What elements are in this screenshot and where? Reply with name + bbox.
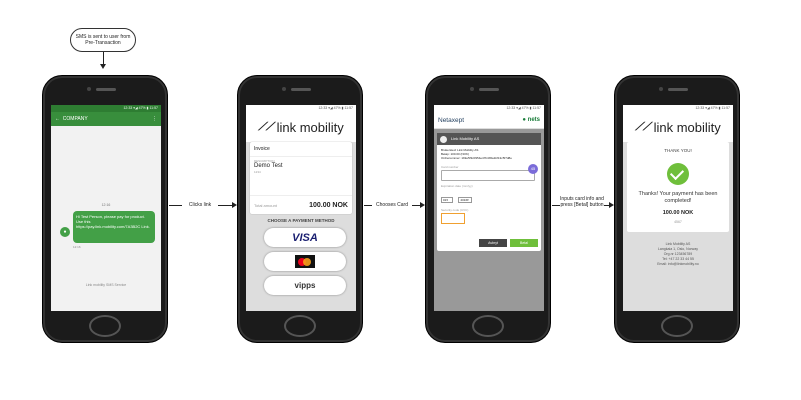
home-button[interactable] [661,315,693,337]
phone-sms: 12:33 ▾◢ 47% ▮ 11:57 ← COMPANY ⋮ 12:16 H… [42,75,168,343]
netaxept-header: Netaxept ● nets [434,112,544,129]
status-bar: 12:33 ▾◢ 47% ▮ 11:57 [695,106,730,110]
mastercard-button[interactable] [264,252,346,271]
phone-netaxept: 12:33 ▾◢ 47% ▮ 11:57 Netaxept ● nets Lin… [425,75,551,343]
expiry-year-value: 2016 [460,198,468,202]
status-bar: 12:33 ▾◢ 47% ▮ 11:57 [318,106,353,110]
merchant-title: Link Mobility AS [451,136,480,141]
thank-you-screen: 12:33 ▾◢ 47% ▮ 11:57 ⟋⟋ link mobility TH… [623,105,733,311]
expiry-month-value: 01 [443,198,447,202]
sms-message-bubble[interactable]: Hi Test Person, please pay for product. … [73,211,155,243]
speaker-grille [479,88,499,91]
invoice-total: Total amount 100.00 NOK [250,195,352,214]
link-mobility-logo-icon: ⟋⟋ [635,120,651,133]
thank-you-message: Thanks! Your payment has been completed! [638,191,718,204]
sms-footer: Link mobility SMS Service [85,283,127,287]
logo-text: link mobility [653,119,721,135]
link-mobility-logo: ⟋⟋ link mobility [246,112,356,142]
cvc-input[interactable] [441,213,465,224]
invoice-card: Invoice DESCRIPTION Demo Test 1234 Total… [250,142,352,214]
speaker-grille [668,88,688,91]
logo-text: link mobility [276,119,344,135]
sms-message-text: Hi Test Person, please pay for product. … [76,214,150,229]
expiry-year-select[interactable]: 2016▾ [458,197,473,203]
netaxept-brand: Netaxept [438,116,465,124]
start-arrowhead [100,64,106,69]
status-bar: 12:33 ▾◢ 47% ▮ 11:57 [434,105,544,112]
paid-amount: 100.00 NOK [662,210,694,216]
invoice-sub: 1234 [254,170,261,174]
total-label: Total amount [254,202,277,208]
choose-payment-label: CHOOSE A PAYMENT METHOD [267,218,335,223]
footer-line: Email: info@linkmobility.no [657,262,699,266]
visa-logo: VISA [292,231,318,244]
link-mobility-logo-icon: ⟋⟋ [258,120,274,133]
card-number-input[interactable]: 45 [441,164,538,181]
sms-screen: 12:33 ▾◢ 47% ▮ 11:57 ← COMPANY ⋮ 12:16 H… [51,105,161,311]
merchant-icon [440,135,447,143]
cancel-button[interactable]: Avbryt [479,239,507,247]
card-badge: 45 [528,164,538,174]
netaxept-screen: 12:33 ▾◢ 47% ▮ 11:57 Netaxept ● nets Lin… [434,105,544,311]
label-clicks-link: Clicks link [182,202,218,208]
sms-time: 12:16 [73,245,81,249]
invoice-area: Invoice DESCRIPTION Demo Test 1234 Total… [246,142,356,311]
check-icon [667,163,689,185]
nets-text: nets [527,117,540,123]
camera-icon [87,87,91,91]
back-arrow-icon[interactable]: ← COMPANY [55,112,88,126]
order-number: Ordrenummer: 1b9e5f3c0954e47b4b5a1bf13c5… [441,156,512,160]
home-button[interactable] [89,315,121,337]
mastercard-icon [295,255,315,268]
merchant-bar: Link Mobility AS [437,133,541,145]
speaker-grille [96,88,116,91]
nets-logo: ● nets [522,117,540,123]
invoice-screen: 12:33 ▾◢ 47% ▮ 11:57 ⟋⟋ link mobility In… [246,105,356,311]
card-number-label: Card number [441,165,459,169]
order-info: Brukersted: Link Mobility AS Beløp: 100.… [437,145,541,163]
phone-thank-you: 12:33 ▾◢ 47% ▮ 11:57 ⟋⟋ link mobility TH… [614,75,740,343]
merchant-footer: Link Mobility AS Langkaia 1, Oslo, Norwa… [623,242,733,267]
camera-icon [282,87,286,91]
expiry-month-select[interactable]: 01▾ [441,197,453,203]
more-icon[interactable]: ⋮ [152,112,157,126]
speaker-grille [291,88,311,91]
netaxept-background: Link Mobility AS Brukersted: Link Mobili… [434,129,544,311]
label-chooses-card: Chooses Card [372,202,412,208]
total-value: 100.00 NOK [309,201,348,209]
home-button[interactable] [472,315,504,337]
phone-invoice: 12:33 ▾◢ 47% ▮ 11:57 ⟋⟋ link mobility In… [237,75,363,343]
camera-icon [470,87,474,91]
payment-code: 4567 [674,220,682,224]
pay-button[interactable]: Betal [510,239,538,247]
visa-button[interactable]: VISA [264,228,346,247]
thank-you-title: THANK YOU! [664,148,692,153]
status-bar: 12:33 ▾◢ 47% ▮ 11:57 [51,105,161,112]
payment-form: Link Mobility AS Brukersted: Link Mobili… [437,133,541,251]
camera-icon [659,87,663,91]
avatar: ● [60,227,70,237]
link-mobility-logo: ⟋⟋ link mobility [623,112,733,142]
sms-header: ← COMPANY ⋮ [51,112,161,126]
confirmation-area: THANK YOU! Thanks! Your payment has been… [623,142,733,311]
invoice-title: Invoice [250,142,352,157]
cvc-label: Security code (CVC) [441,208,469,212]
sms-date: 12:16 [101,203,111,207]
sms-header-title: COMPANY [62,116,88,122]
vipps-button[interactable]: vipps [264,276,346,295]
start-note-bubble: SMS is sent to user from Pre-Transaction [70,28,136,52]
home-button[interactable] [284,315,316,337]
start-note-text: SMS is sent to user from Pre-Transaction [75,34,131,46]
label-inputs-card: Inputs card info and press [Betal] butto… [560,196,604,208]
confirmation-card: THANK YOU! Thanks! Your payment has been… [627,142,729,232]
vipps-logo: vipps [294,281,316,290]
form-buttons: Avbryt Betal [479,239,538,247]
